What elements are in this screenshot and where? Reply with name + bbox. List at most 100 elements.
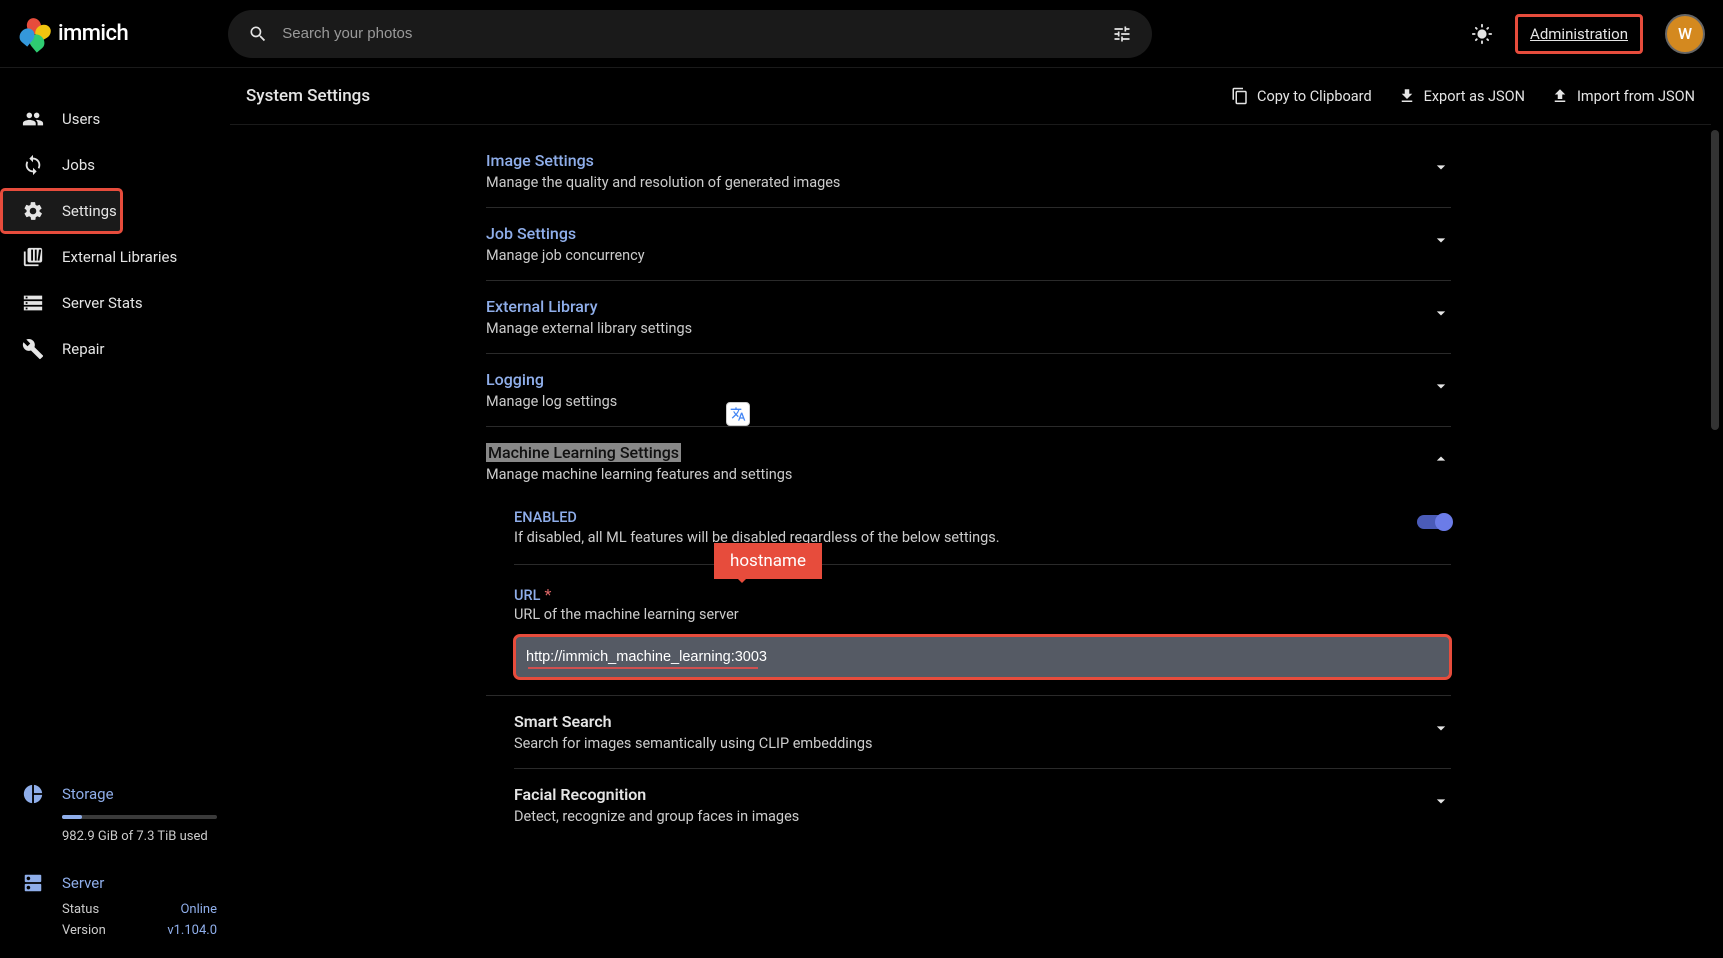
action-label: Export as JSON — [1424, 88, 1525, 105]
sidebar-item-repair[interactable]: Repair — [0, 326, 210, 372]
section-toggle[interactable]: Logging Manage log settings — [486, 370, 1451, 410]
section-desc: Detect, recognize and group faces in ima… — [514, 808, 1431, 825]
chevron-down-icon — [1431, 303, 1451, 323]
chevron-down-icon — [1431, 376, 1451, 396]
section-desc: Manage machine learning features and set… — [486, 466, 1431, 483]
sidebar-item-settings[interactable]: Settings — [0, 188, 123, 234]
avatar[interactable]: W — [1665, 14, 1705, 54]
server-status-label: Status — [62, 902, 99, 917]
section-desc: Manage log settings — [486, 393, 1431, 410]
section-desc: Manage job concurrency — [486, 247, 1431, 264]
storage-bar — [62, 815, 217, 819]
section-title: Job Settings — [486, 224, 1431, 243]
ml-url-input[interactable] — [514, 635, 1451, 679]
storage-icon — [22, 292, 44, 314]
search-icon — [248, 24, 268, 44]
gear-icon — [22, 200, 44, 222]
header-right: Administration W — [1471, 14, 1705, 54]
scrollbar[interactable] — [1711, 130, 1719, 430]
sidebar-item-label: Users — [62, 110, 100, 128]
section-desc: Manage external library settings — [486, 320, 1431, 337]
chevron-down-icon — [1431, 718, 1451, 738]
sidebar-item-label: Jobs — [62, 156, 95, 174]
ml-url-desc: URL of the machine learning server — [514, 606, 1451, 623]
search-input[interactable] — [282, 25, 1112, 42]
section-toggle[interactable]: Image Settings Manage the quality and re… — [486, 151, 1451, 191]
section-desc: Manage the quality and resolution of gen… — [486, 174, 1431, 191]
action-label: Copy to Clipboard — [1257, 88, 1372, 105]
section-title: Smart Search — [514, 712, 1431, 731]
ml-enabled-label: ENABLED — [514, 509, 1417, 526]
storage-title: Storage — [62, 785, 114, 803]
ml-enabled-desc: If disabled, all ML features will be dis… — [514, 529, 1417, 546]
section-smart-search: Smart Search Search for images semantica… — [514, 696, 1451, 769]
import-json-button[interactable]: Import from JSON — [1551, 87, 1695, 105]
section-machine-learning: Machine Learning Settings Manage machine… — [486, 427, 1451, 696]
library-icon — [22, 246, 44, 268]
section-title: Logging — [486, 370, 1431, 389]
dns-icon — [22, 872, 44, 894]
theme-toggle-icon[interactable] — [1471, 23, 1493, 45]
logo[interactable]: immich — [18, 18, 128, 50]
action-label: Import from JSON — [1577, 88, 1695, 105]
section-image-settings: Image Settings Manage the quality and re… — [486, 135, 1451, 208]
sidebar: Users Jobs Settings External Libraries S… — [0, 68, 230, 958]
main-header: System Settings Copy to Clipboard Export… — [230, 68, 1711, 125]
section-desc: Search for images semantically using CLI… — [514, 735, 1431, 752]
users-icon — [22, 108, 44, 130]
section-toggle[interactable]: Job Settings Manage job concurrency — [486, 224, 1451, 264]
page-title: System Settings — [246, 86, 370, 106]
chevron-down-icon — [1431, 157, 1451, 177]
sidebar-item-label: External Libraries — [62, 248, 177, 266]
ml-enabled-toggle[interactable] — [1417, 515, 1451, 529]
section-toggle[interactable]: Smart Search Search for images semantica… — [514, 712, 1451, 752]
sync-icon — [22, 154, 44, 176]
tune-icon[interactable] — [1112, 24, 1132, 44]
pie-chart-icon — [22, 783, 44, 805]
sidebar-item-jobs[interactable]: Jobs — [0, 142, 210, 188]
administration-link[interactable]: Administration — [1515, 14, 1643, 54]
spellcheck-underline — [528, 667, 758, 669]
section-job-settings: Job Settings Manage job concurrency — [486, 208, 1451, 281]
sidebar-item-external-libraries[interactable]: External Libraries — [0, 234, 210, 280]
section-external-library: External Library Manage external library… — [486, 281, 1451, 354]
sidebar-item-label: Server Stats — [62, 294, 143, 312]
server-version-value: v1.104.0 — [167, 923, 217, 938]
search-bar[interactable] — [228, 10, 1152, 58]
section-title: Machine Learning Settings — [486, 443, 681, 462]
sidebar-item-label: Repair — [62, 340, 105, 358]
settings-content: Image Settings Manage the quality and re… — [230, 125, 1711, 881]
sidebar-item-label: Settings — [62, 202, 117, 220]
logo-icon — [18, 18, 50, 50]
chevron-up-icon — [1431, 449, 1451, 469]
translate-icon[interactable] — [726, 402, 750, 426]
copy-to-clipboard-button[interactable]: Copy to Clipboard — [1231, 87, 1372, 105]
hostname-callout: hostname — [714, 543, 822, 579]
chevron-down-icon — [1431, 230, 1451, 250]
chevron-down-icon — [1431, 791, 1451, 811]
storage-text: 982.9 GiB of 7.3 TiB used — [62, 829, 208, 844]
ml-enabled-row: ENABLED If disabled, all ML features wil… — [514, 501, 1451, 565]
main: System Settings Copy to Clipboard Export… — [230, 68, 1723, 958]
section-title: Facial Recognition — [514, 785, 1431, 804]
ml-url-field: hostname URL* URL of the machine learnin… — [514, 565, 1451, 679]
sidebar-item-users[interactable]: Users — [0, 96, 210, 142]
section-toggle[interactable]: External Library Manage external library… — [486, 297, 1451, 337]
section-logging: Logging Manage log settings — [486, 354, 1451, 427]
export-json-button[interactable]: Export as JSON — [1398, 87, 1525, 105]
logo-text: immich — [58, 21, 128, 46]
required-indicator: * — [544, 585, 551, 604]
server-version-label: Version — [62, 923, 106, 938]
section-toggle[interactable]: Facial Recognition Detect, recognize and… — [514, 785, 1451, 825]
section-title: External Library — [486, 297, 1431, 316]
server-block: Server StatusOnline Versionv1.104.0 — [22, 872, 208, 938]
header: immich Administration W — [0, 0, 1723, 68]
ml-url-label: URL — [514, 587, 540, 604]
wrench-icon — [22, 338, 44, 360]
section-facial-recognition: Facial Recognition Detect, recognize and… — [514, 769, 1451, 841]
section-title: Image Settings — [486, 151, 1431, 170]
server-title: Server — [62, 874, 104, 892]
storage-block: Storage 982.9 GiB of 7.3 TiB used — [22, 783, 208, 844]
sidebar-item-server-stats[interactable]: Server Stats — [0, 280, 210, 326]
section-toggle[interactable]: Machine Learning Settings Manage machine… — [486, 443, 1451, 483]
